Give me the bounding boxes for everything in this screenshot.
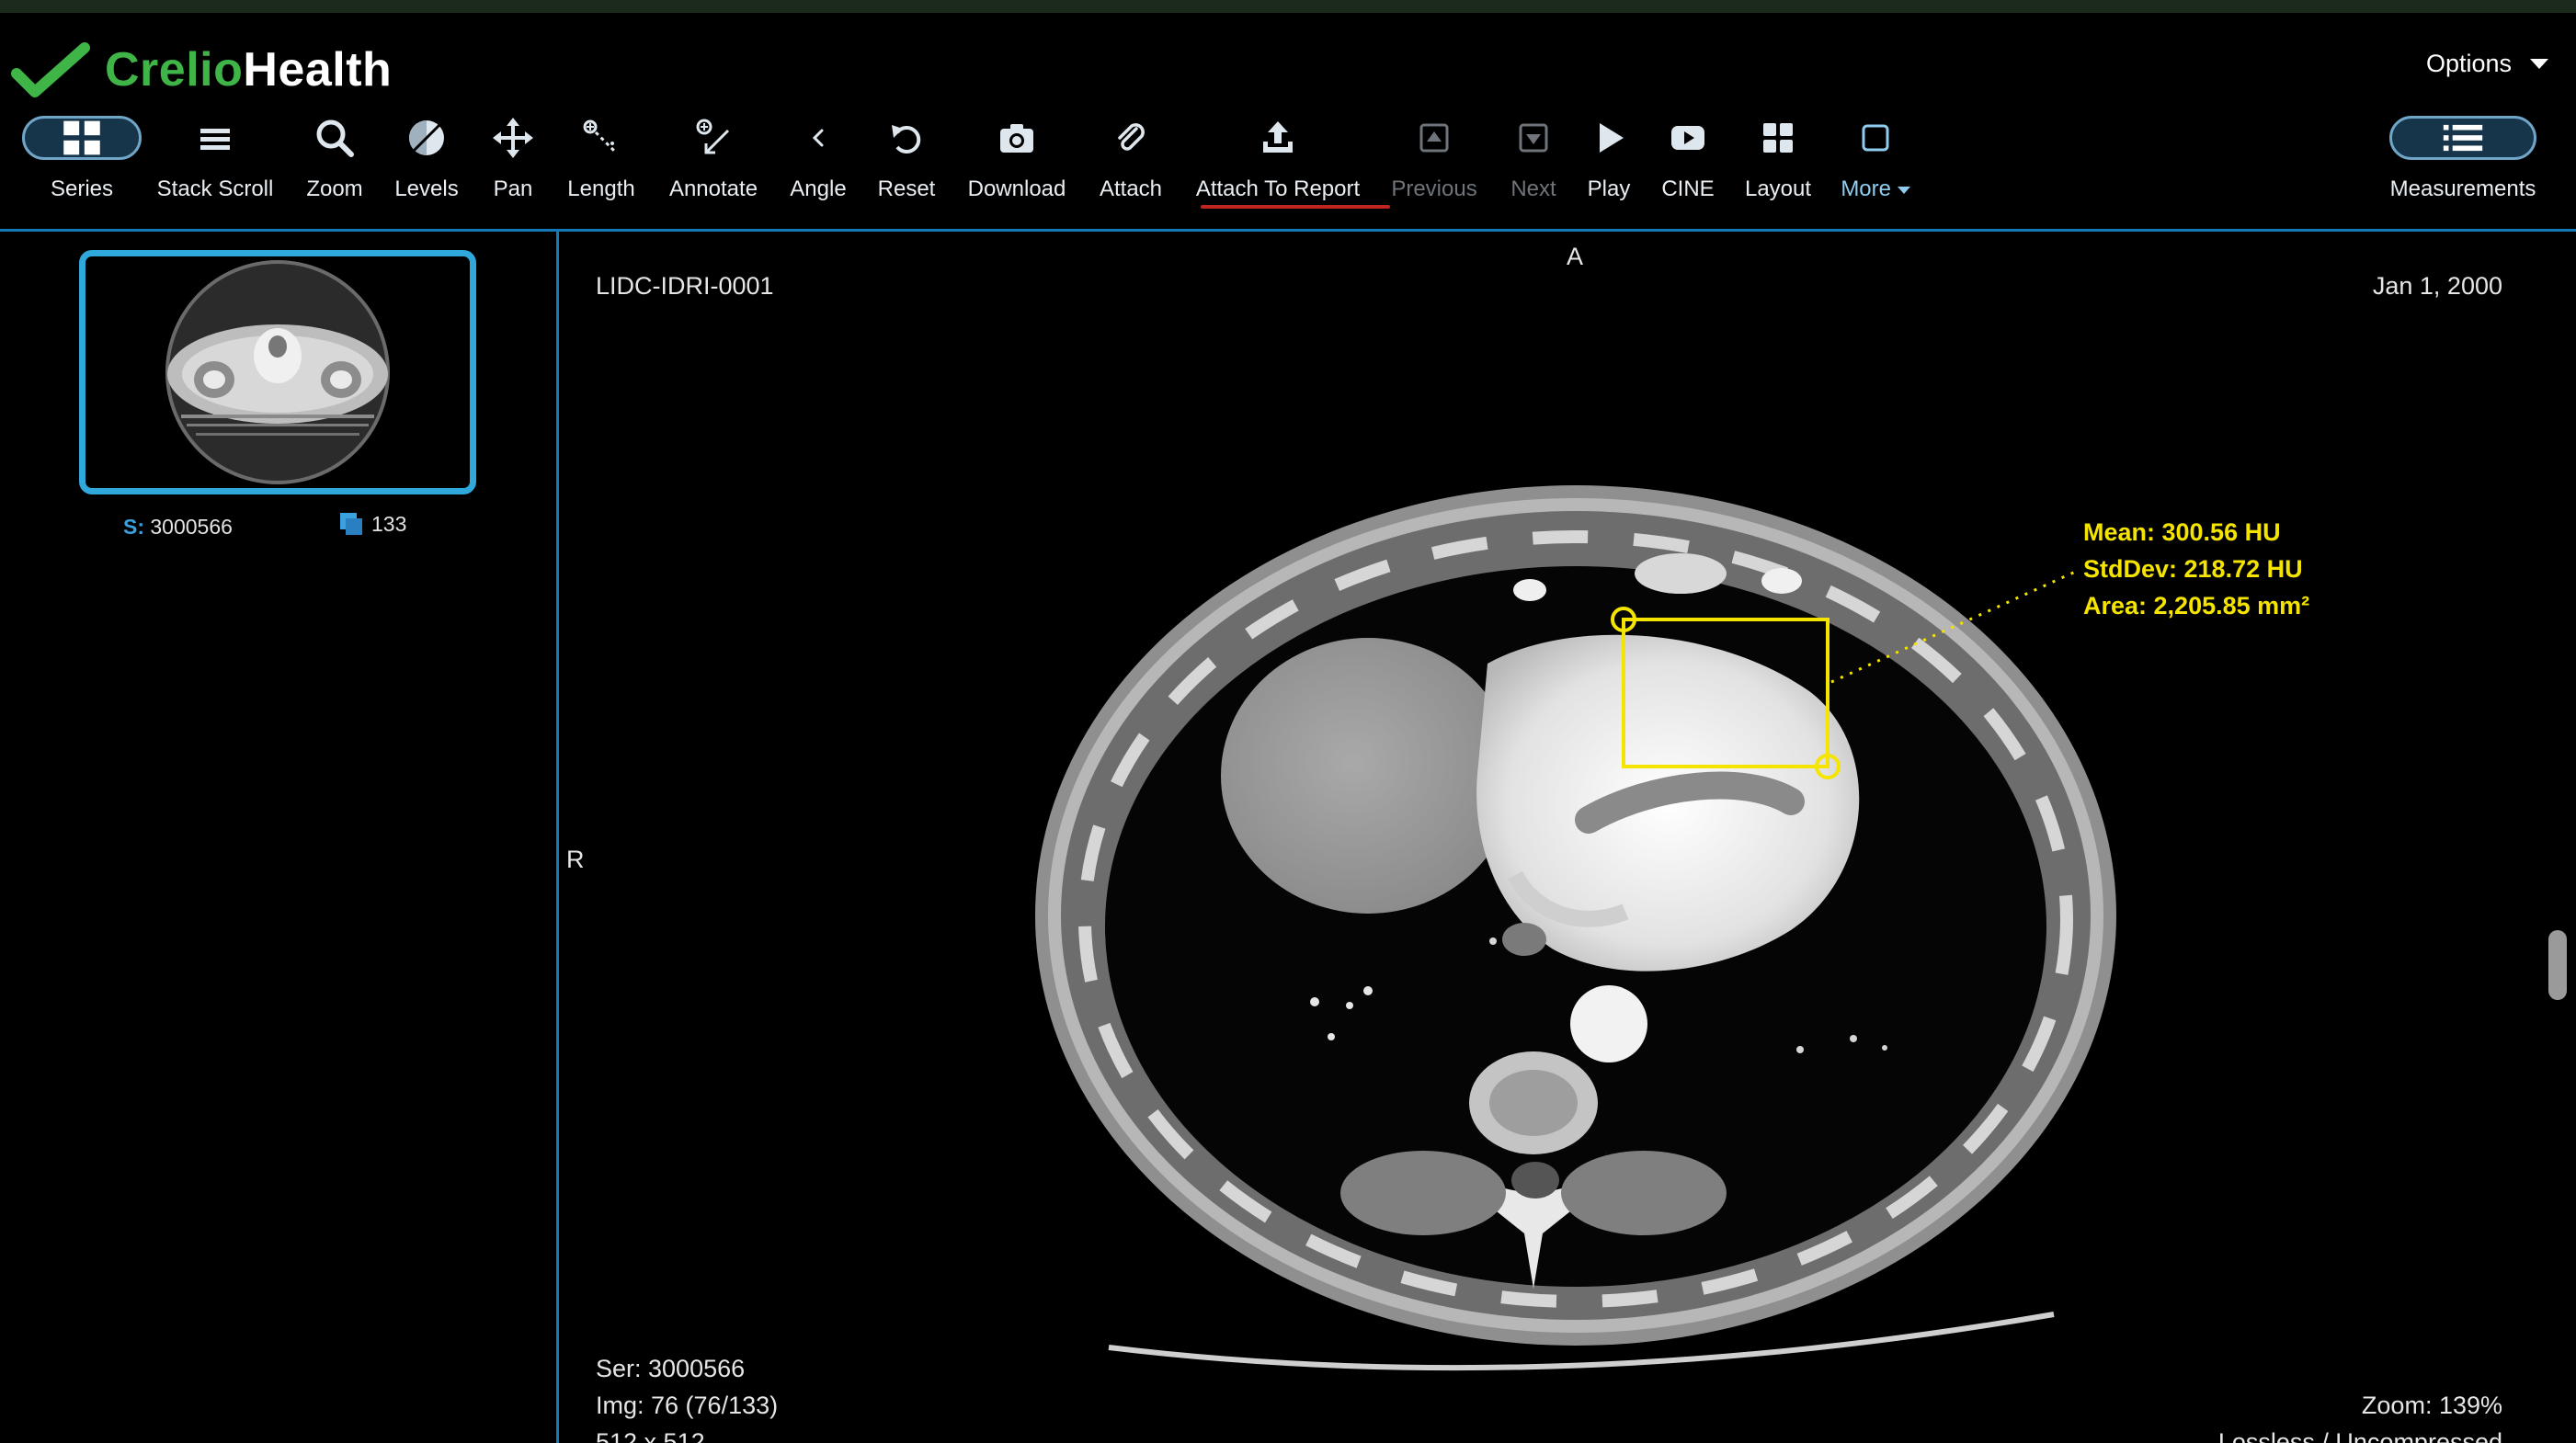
roi-mean: Mean: 300.56 HU [2083,518,2281,546]
tool-stack-scroll[interactable]: Stack Scroll [151,108,279,210]
tool-previous[interactable]: Previous [1381,108,1487,210]
tool-angle[interactable]: Angle [778,108,859,210]
compression-info: Lossless / Uncompressed [2217,1428,2502,1443]
tool-attach-to-report[interactable]: Attach To Report [1188,108,1368,210]
paperclip-icon [1118,123,1145,151]
tool-next[interactable]: Next [1499,108,1568,210]
tool-download[interactable]: Download [956,108,1077,210]
image-index: Img: 76 (76/133) [596,1392,779,1419]
list-icon [2443,124,2483,152]
image-scrollbar-thumb[interactable] [2548,930,2567,1000]
zoom-level: Zoom: 139% [2361,1392,2502,1419]
orientation-marker-top: A [1567,243,1584,270]
tool-levels[interactable]: Levels [384,108,469,210]
series-thumbnail-image [165,260,390,484]
image-viewport[interactable]: A R LIDC-IDRI-0001 Jan 1, 2000 Ser: 3000… [559,232,2576,1443]
tool-series[interactable]: Series [20,108,143,210]
stack-icon [340,513,362,535]
layout-grid-icon [1763,123,1793,153]
tool-cine[interactable]: CINE [1651,108,1725,210]
tool-more[interactable]: More [1829,108,1921,210]
tool-pan[interactable]: Pan [476,108,550,210]
play-icon [1600,123,1624,153]
next-icon [1519,123,1548,153]
chevron-down-icon [2530,59,2548,69]
tool-layout[interactable]: Layout [1734,108,1822,210]
tool-length[interactable]: Length [557,108,645,210]
patient-id: LIDC-IDRI-0001 [596,272,774,300]
tool-annotate[interactable]: Annotate [658,108,769,210]
thumbnail-image-count: 133 [338,511,406,537]
cine-icon [1671,126,1704,150]
ruler-icon [583,119,618,154]
options-label: Options [2425,50,2512,77]
window-top-strip [0,0,2576,13]
chevron-down-icon [1897,186,1910,194]
magnifier-icon [316,119,354,157]
tool-attach[interactable]: Attach [1089,108,1173,210]
undo-icon [892,125,921,153]
tool-play[interactable]: Play [1576,108,1642,210]
ct-image [1035,485,2116,1371]
study-date: Jan 1, 2000 [2372,272,2502,300]
move-arrows-icon [493,118,533,158]
roi-area: Area: 2,205.85 mm² [2083,592,2310,619]
measurements-pill [2389,116,2536,160]
annotate-arrow-icon [696,119,730,154]
image-dimensions: 512 x 512 [596,1428,705,1443]
previous-icon [1419,123,1449,153]
roi-stddev: StdDev: 218.72 HU [2083,555,2303,583]
camera-icon [1000,124,1033,153]
brand-logo: CrelioHealth [11,33,392,107]
grid-icon [63,120,100,155]
angle-icon [812,129,824,147]
checkmark-logo-icon [11,42,90,97]
square-icon [1862,124,1889,152]
thumbnail-series-number: S: 3000566 [123,515,233,539]
series-pill [22,116,142,160]
attach-to-report-underline [1201,205,1390,209]
tool-zoom[interactable]: Zoom [292,108,377,210]
series-thumbnail[interactable] [79,250,476,494]
bars-icon [200,129,230,150]
tool-measurements[interactable]: Measurements [2379,108,2547,210]
options-menu[interactable]: Options [2426,50,2548,78]
tool-reset[interactable]: Reset [866,108,947,210]
brand-name: CrelioHealth [105,43,393,97]
orientation-marker-left: R [566,846,585,873]
upload-icon [1263,121,1293,153]
series-info: Ser: 3000566 [596,1355,746,1382]
contrast-icon [409,120,444,155]
more-label: More [1841,176,1910,202]
